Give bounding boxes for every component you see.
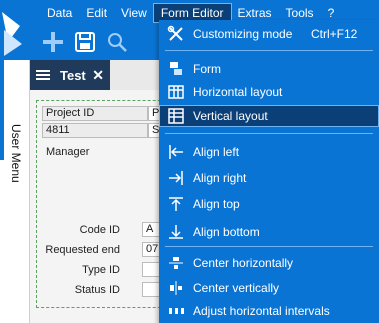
align-top-icon bbox=[159, 193, 193, 215]
menu-item-customizing-mode[interactable]: Customizing mode Ctrl+F12 bbox=[159, 23, 379, 45]
hamburger-icon[interactable] bbox=[36, 70, 50, 80]
menu-separator bbox=[165, 133, 373, 134]
menu-item-label: Align left bbox=[193, 145, 240, 159]
menu-item-label: Align right bbox=[193, 171, 247, 185]
align-left-icon bbox=[159, 141, 193, 163]
project-id-label: Project ID bbox=[46, 107, 95, 119]
close-icon[interactable]: ✕ bbox=[92, 67, 104, 84]
menu-item-label: Vertical layout bbox=[193, 109, 268, 123]
menu-item-label: Form bbox=[193, 62, 221, 76]
menu-item-label: Align bottom bbox=[193, 225, 260, 239]
code-id-value: A bbox=[146, 223, 154, 235]
add-button[interactable] bbox=[40, 29, 66, 55]
app-logo-icon bbox=[2, 12, 22, 56]
align-bottom-icon bbox=[159, 221, 193, 243]
menu-item-label: Center horizontally bbox=[193, 256, 294, 270]
type-id-label: Type ID bbox=[82, 264, 120, 276]
user-menu-tab[interactable]: User Menu bbox=[0, 60, 30, 323]
adjust-horizontal-intervals-icon bbox=[159, 300, 193, 322]
menu-item-label: Customizing mode bbox=[193, 27, 293, 41]
vertical-layout-icon bbox=[159, 105, 193, 127]
menu-item-align-top[interactable]: Align top bbox=[159, 193, 379, 215]
align-right-icon bbox=[159, 167, 193, 189]
menu-item-vertical-layout[interactable]: Vertical layout bbox=[159, 105, 379, 127]
form-editor-dropdown: Customizing mode Ctrl+F12 Form Horizonta… bbox=[159, 20, 379, 323]
requested-end-label: Requested end bbox=[45, 244, 120, 256]
requested-end-value: 07 bbox=[146, 243, 159, 255]
center-horizontally-icon bbox=[159, 252, 193, 274]
save-icon bbox=[75, 32, 95, 52]
user-menu-accent bbox=[0, 60, 4, 160]
menu-item-center-vertically[interactable]: Center vertically bbox=[159, 277, 379, 299]
search-button[interactable] bbox=[104, 29, 130, 55]
tools-icon bbox=[159, 23, 193, 45]
menu-item-label: Horizontal layout bbox=[193, 85, 283, 99]
menu-item-align-left[interactable]: Align left bbox=[159, 141, 379, 163]
menu-item-label: Adjust horizontal intervals bbox=[193, 304, 330, 318]
menu-item-align-bottom[interactable]: Align bottom bbox=[159, 221, 379, 243]
form-icon bbox=[159, 58, 193, 80]
shortcut-label: Ctrl+F12 bbox=[311, 27, 358, 41]
tab-test[interactable]: Test ✕ bbox=[30, 60, 110, 90]
menu-item-form[interactable]: Form bbox=[159, 58, 379, 80]
number-label: 4811 bbox=[46, 124, 70, 136]
menu-separator bbox=[165, 246, 373, 247]
menu-item-align-right[interactable]: Align right bbox=[159, 167, 379, 189]
menu-data[interactable]: Data bbox=[40, 4, 79, 22]
search-icon bbox=[108, 33, 127, 52]
menu-edit[interactable]: Edit bbox=[79, 4, 114, 22]
user-menu-label: User Menu bbox=[9, 124, 23, 183]
center-vertically-icon bbox=[159, 277, 193, 299]
project-id-label-cell: Project ID bbox=[42, 106, 148, 121]
tab-test-label: Test bbox=[60, 67, 86, 83]
menu-item-adjust-horizontal-intervals[interactable]: Adjust horizontal intervals bbox=[159, 300, 379, 322]
code-id-label: Code ID bbox=[79, 224, 120, 236]
menu-item-center-horizontally[interactable]: Center horizontally bbox=[159, 252, 379, 274]
toolbar bbox=[40, 26, 130, 58]
status-id-label: Status ID bbox=[74, 284, 120, 296]
horizontal-layout-icon bbox=[159, 81, 193, 103]
menu-separator bbox=[165, 50, 373, 51]
add-icon bbox=[43, 32, 63, 52]
menu-item-label: Center vertically bbox=[193, 281, 280, 295]
menu-item-horizontal-layout[interactable]: Horizontal layout bbox=[159, 81, 379, 103]
manager-label: Manager bbox=[46, 146, 90, 158]
menu-item-label: Align top bbox=[193, 197, 240, 211]
menu-view[interactable]: View bbox=[114, 4, 154, 22]
save-button[interactable] bbox=[72, 29, 98, 55]
number-label-cell: 4811 bbox=[42, 123, 148, 138]
